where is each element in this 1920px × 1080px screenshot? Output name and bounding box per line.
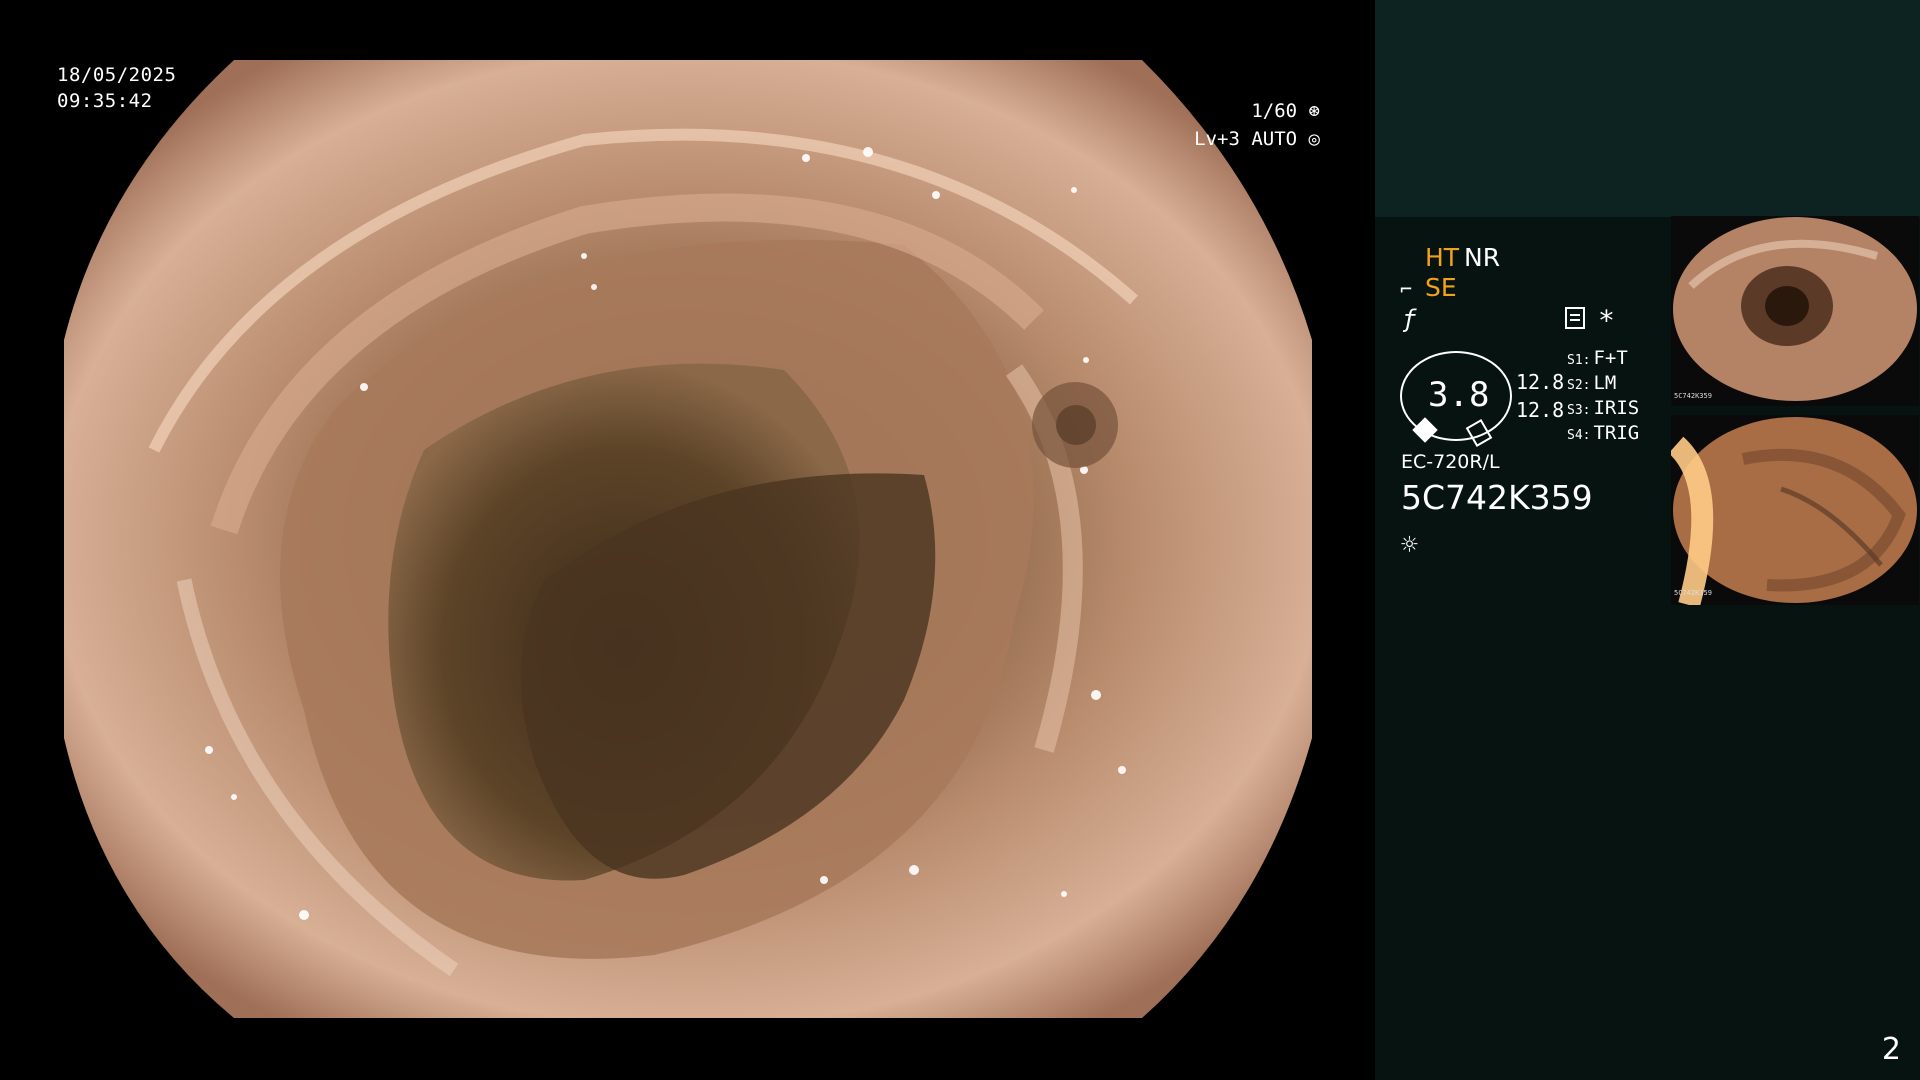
capture-date: 18/05/2025 xyxy=(57,64,177,86)
ht-indicator: HT xyxy=(1425,243,1460,272)
auto-icon: ◎ xyxy=(1297,128,1320,150)
s4-value: TRIG xyxy=(1593,422,1640,444)
thumbnail-1-image xyxy=(1671,216,1919,406)
s2-line: S2: LM xyxy=(1567,372,1616,394)
star-icon: * xyxy=(1598,304,1615,337)
serial-number: 5C742K359 xyxy=(1401,478,1593,517)
thumbnail-1[interactable] xyxy=(1671,216,1919,406)
top-status-panel xyxy=(1375,0,1920,217)
exposure-level: Lv+3 AUTO ◎ xyxy=(1194,128,1320,150)
s3-value: IRIS xyxy=(1593,397,1640,419)
s1-key: S1: xyxy=(1567,353,1591,368)
scope-model: EC-720R/L xyxy=(1401,451,1500,473)
s3-key: S3: xyxy=(1567,403,1591,418)
s4-key: S4: xyxy=(1567,428,1591,443)
se-icon: ⌐ xyxy=(1400,277,1413,301)
f-icon: ƒ xyxy=(1402,305,1417,333)
s1-line: S1: F+T xyxy=(1567,347,1628,369)
document-icon xyxy=(1565,307,1585,329)
endoscopy-image xyxy=(64,60,1312,1018)
value-1: 12.8 xyxy=(1516,370,1565,394)
thumbnail-1-label: 5C742K359 xyxy=(1674,392,1712,400)
shutter-icon: ⊛ xyxy=(1297,100,1320,122)
s4-line: S4: TRIG xyxy=(1567,422,1639,444)
page-number: 2 xyxy=(1881,1032,1901,1067)
value-2: 12.8 xyxy=(1516,398,1565,422)
thumbnail-2[interactable] xyxy=(1671,415,1919,605)
shutter-speed: 1/60 ⊛ xyxy=(1251,100,1320,122)
brightness-icon: ☼ xyxy=(1401,528,1418,561)
endoscopy-view xyxy=(64,60,1312,1018)
thumbnail-2-label: 5C742K359 xyxy=(1674,589,1712,597)
gauge-value: 3.8 xyxy=(1428,375,1490,415)
nr-indicator: NR xyxy=(1464,243,1501,272)
s3-line: S3: IRIS xyxy=(1567,397,1639,419)
capture-time: 09:35:42 xyxy=(57,90,153,112)
s2-value: LM xyxy=(1593,372,1617,394)
s1-value: F+T xyxy=(1593,347,1628,369)
s2-key: S2: xyxy=(1567,378,1591,393)
thumbnail-2-image xyxy=(1671,415,1919,605)
se-indicator: SE xyxy=(1425,273,1457,302)
